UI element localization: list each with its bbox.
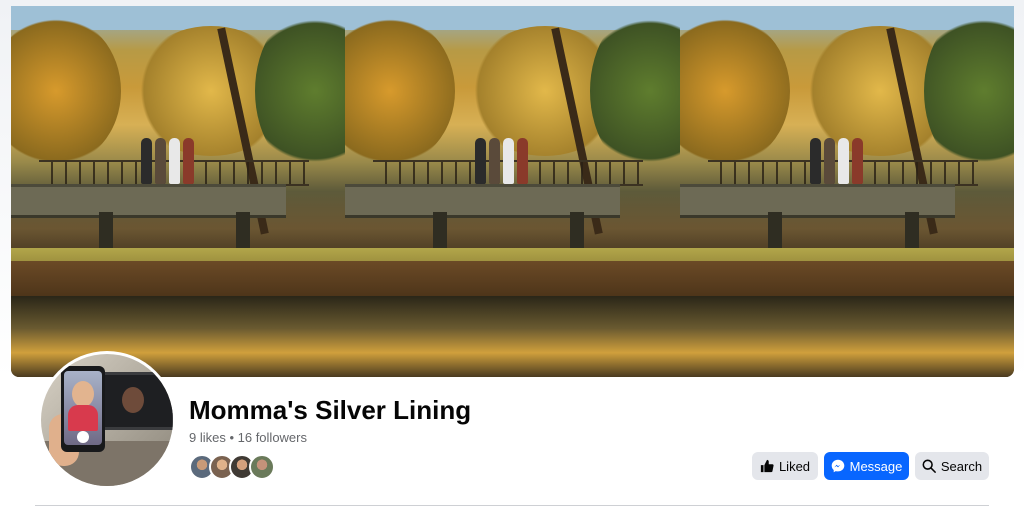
search-icon [922, 459, 936, 473]
liked-button-label: Liked [778, 458, 811, 474]
messenger-icon [831, 459, 845, 473]
cover-photo-panel [345, 6, 680, 377]
cover-photo[interactable] [11, 6, 1014, 377]
page-title[interactable]: Momma's Silver Lining [189, 395, 471, 426]
follower-avatars[interactable] [189, 454, 275, 480]
thumbs-up-icon [760, 459, 774, 473]
follower-avatar[interactable] [249, 454, 275, 480]
cover-photo-panel [679, 6, 1014, 377]
message-button[interactable]: Message [824, 452, 909, 480]
profile-picture-image [41, 354, 173, 486]
message-button-label: Message [849, 458, 903, 474]
page-stats[interactable]: 9 likes • 16 followers [189, 430, 307, 445]
header-divider [35, 505, 989, 506]
search-button[interactable]: Search [915, 452, 989, 480]
search-button-label: Search [940, 458, 983, 474]
cover-photo-panel [11, 6, 346, 377]
profile-picture[interactable] [38, 351, 176, 489]
liked-button[interactable]: Liked [752, 452, 818, 480]
